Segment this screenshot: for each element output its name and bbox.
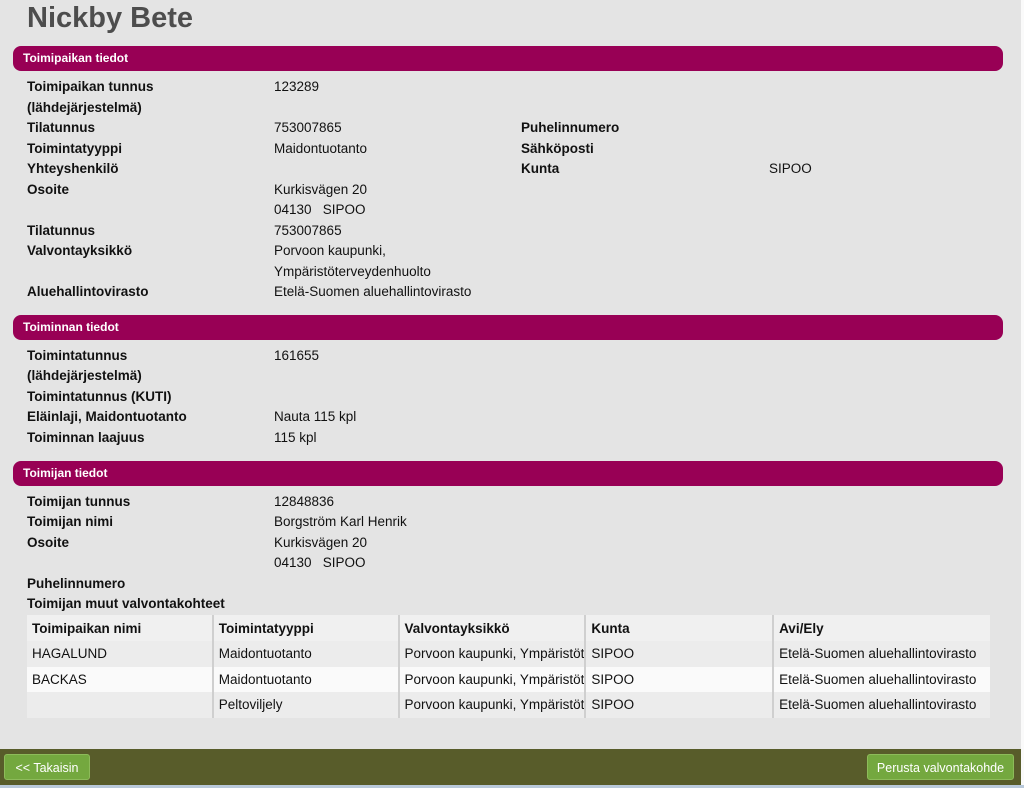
animal-species-label: Eläinlaji, Maidontuotanto — [27, 409, 187, 424]
control-unit-line1: Porvoon kaupunki, — [274, 243, 386, 258]
column-header-municipality[interactable]: Kunta — [585, 615, 775, 641]
table-cell: SIPOO — [585, 641, 775, 667]
table-cell: Porvoon kaupunki, Ympäristöt — [398, 666, 587, 692]
table-cell: Etelä-Suomen aluehallintovirasto — [773, 692, 990, 718]
operator-name-label: Toimijan nimi — [27, 514, 114, 529]
site-id-label-source: (lähdejärjestelmä) — [27, 99, 142, 115]
activity-id-label: Toimintatunnus — [27, 347, 128, 363]
operator-id-label: Toimijan tunnus — [27, 493, 131, 509]
farm-id-label: Tilatunnus — [27, 120, 96, 135]
address-line2: 04130 SIPOO — [274, 202, 366, 217]
table-cell: SIPOO — [585, 666, 775, 692]
table-header-row: Toimipaikan nimi Toimintatyyppi Valvonta… — [27, 615, 990, 641]
activity-type-label: Toimintatyyppi — [27, 140, 123, 156]
table-cell: Porvoon kaupunki, Ympäristöt — [398, 692, 587, 718]
page-title: Nickby Bete — [27, 2, 194, 34]
column-header-avi-ely[interactable]: Avi/Ely — [773, 615, 990, 641]
email-label: Sähköposti — [521, 140, 594, 156]
address-line1: Kurkisvägen 20 — [274, 181, 368, 197]
column-header-site-name[interactable]: Toimipaikan nimi — [27, 615, 214, 641]
contact-person-label: Yhteyshenkilö — [27, 161, 119, 176]
table-cell: Peltoviljely — [212, 692, 400, 718]
table-cell: Etelä-Suomen aluehallintovirasto — [773, 641, 990, 667]
table-row[interactable]: Peltoviljely Porvoon kaupunki, Ympäristö… — [27, 692, 990, 718]
table-cell: Maidontuotanto — [212, 641, 400, 667]
footer-bar: << Takaisin Perusta valvontakohde — [0, 749, 1021, 785]
operator-name-value: Borgström Karl Henrik — [274, 514, 407, 529]
operator-address-label: Osoite — [27, 534, 70, 550]
operator-phone-label: Puhelinnumero — [27, 575, 126, 591]
table-cell: Etelä-Suomen aluehallintovirasto — [773, 666, 990, 692]
site-id-label: Toimipaikan tunnus — [27, 79, 154, 94]
other-sites-table: Toimipaikan nimi Toimintatyyppi Valvonta… — [27, 615, 990, 718]
farm-id-value: 753007865 — [274, 120, 342, 135]
section-header-activity: Toiminnan tiedot — [13, 315, 1003, 340]
table-cell — [27, 692, 214, 718]
site-id-value: 123289 — [274, 79, 320, 94]
table-cell: Porvoon kaupunki, Ympäristöt — [398, 641, 587, 667]
avi-label: Aluehallintovirasto — [27, 284, 149, 299]
activity-scope-value: 115 kpl — [274, 429, 317, 445]
table-cell: BACKAS — [27, 666, 214, 692]
farm-id-label-2: Tilatunnus — [27, 222, 96, 238]
animal-species-value: Nauta 115 kpl — [274, 409, 357, 424]
activity-scope-label: Toiminnan laajuus — [27, 429, 145, 445]
activity-id-label-source: (lähdejärjestelmä) — [27, 368, 142, 383]
phone-label: Puhelinnumero — [521, 120, 620, 135]
activity-type-value: Maidontuotanto — [274, 140, 368, 156]
operator-address-line2: 04130 SIPOO — [274, 555, 366, 570]
table-cell: SIPOO — [585, 692, 775, 718]
table-cell: HAGALUND — [27, 641, 214, 667]
table-row[interactable]: HAGALUND Maidontuotanto Porvoon kaupunki… — [27, 641, 990, 667]
create-control-site-button[interactable]: Perusta valvontakohde — [867, 754, 1014, 780]
farm-id-value-2: 753007865 — [274, 222, 342, 238]
operator-address-line1: Kurkisvägen 20 — [274, 534, 368, 550]
section-header-site: Toimipaikan tiedot — [13, 46, 1003, 71]
column-header-control-unit[interactable]: Valvontayksikkö — [398, 615, 587, 641]
municipality-value: SIPOO — [769, 161, 812, 176]
municipality-label: Kunta — [521, 161, 560, 176]
table-row[interactable]: BACKAS Maidontuotanto Porvoon kaupunki, … — [27, 666, 990, 692]
control-unit-line2: Ympäristöterveydenhuolto — [274, 263, 431, 279]
operator-others-label: Toimijan muut valvontakohteet — [27, 596, 225, 611]
control-unit-label: Valvontayksikkö — [27, 243, 133, 258]
back-button[interactable]: << Takaisin — [4, 754, 90, 780]
address-label: Osoite — [27, 181, 70, 197]
avi-value: Etelä-Suomen aluehallintovirasto — [274, 284, 472, 299]
table-cell: Maidontuotanto — [212, 666, 400, 692]
column-header-activity-type[interactable]: Toimintatyyppi — [212, 615, 400, 641]
kuti-label: Toimintatunnus (KUTI) — [27, 388, 172, 404]
activity-id-value: 161655 — [274, 347, 320, 363]
operator-id-value: 12848836 — [274, 493, 335, 509]
section-header-operator: Toimijan tiedot — [13, 461, 1003, 486]
